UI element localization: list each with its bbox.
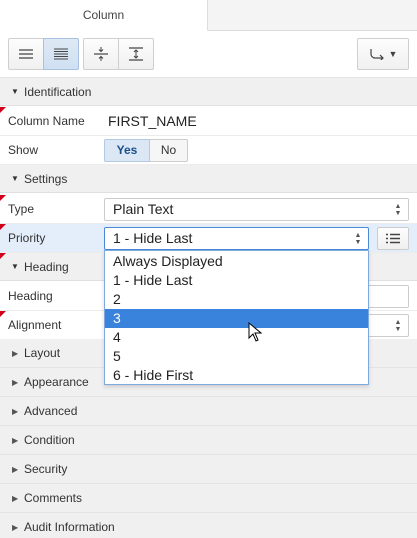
collapse-icon [94, 47, 108, 61]
collapsed-triangle-icon: ▶ [12, 523, 19, 532]
group-condition[interactable]: ▶ Condition [0, 426, 417, 455]
column-name-value: FIRST_NAME [108, 113, 197, 129]
type-select[interactable]: Plain Text ▲ ▼ [104, 198, 409, 221]
row-priority: Priority 1 - Hide Last ▲ ▼ [0, 224, 417, 253]
priority-select[interactable]: 1 - Hide Last ▲ ▼ [104, 227, 369, 250]
collapse-all-button[interactable] [83, 38, 119, 70]
collapsed-triangle-icon: ▶ [12, 465, 19, 474]
required-flag-icon [0, 311, 6, 317]
lines-dense-icon [54, 48, 68, 60]
row-type: Type Plain Text ▲ ▼ [0, 195, 417, 224]
arrow-hook-icon [369, 49, 384, 60]
select-arrows-icon: ▲ ▼ [394, 319, 402, 333]
lines-icon [19, 49, 33, 59]
collapsed-triangle-icon: ▶ [12, 378, 19, 387]
priority-option[interactable]: 4 [105, 328, 368, 347]
collapsed-triangle-icon: ▶ [12, 349, 19, 358]
priority-option[interactable]: 5 [105, 347, 368, 366]
priority-option-highlighted[interactable]: 3 [105, 309, 368, 328]
group-advanced[interactable]: ▶ Advanced [0, 397, 417, 426]
required-flag-icon [0, 253, 6, 259]
priority-option[interactable]: Always Displayed [105, 252, 368, 271]
chevron-down-icon: ▼ [388, 49, 398, 59]
show-all-button[interactable] [43, 38, 79, 70]
list-icon [386, 233, 400, 244]
collapsed-triangle-icon: ▶ [12, 436, 19, 445]
expand-icon [129, 47, 143, 61]
group-comments[interactable]: ▶ Comments [0, 484, 417, 513]
show-yes-button[interactable]: Yes [104, 139, 150, 162]
required-flag-icon [0, 224, 6, 230]
show-no-button[interactable]: No [150, 139, 188, 162]
required-flag-icon [0, 107, 6, 113]
go-to-group-button[interactable]: ▼ [357, 38, 409, 70]
tab-column[interactable]: Column [0, 0, 208, 31]
priority-option[interactable]: 2 [105, 290, 368, 309]
row-column-name: Column Name FIRST_NAME [0, 107, 417, 136]
expand-all-button[interactable] [118, 38, 154, 70]
expanded-triangle-icon: ▼ [11, 174, 19, 183]
group-settings[interactable]: ▼ Settings [0, 165, 417, 193]
list-of-values-button[interactable] [377, 227, 409, 250]
group-security[interactable]: ▶ Security [0, 455, 417, 484]
expanded-triangle-icon: ▼ [11, 262, 19, 271]
collapsed-triangle-icon: ▶ [12, 494, 19, 503]
priority-dropdown-list: Always Displayed 1 - Hide Last 2 3 4 5 6… [104, 250, 369, 385]
group-audit-information[interactable]: ▶ Audit Information [0, 513, 417, 538]
property-toolbar: ▼ [0, 31, 417, 78]
select-arrows-icon: ▲ ▼ [354, 232, 362, 246]
priority-option[interactable]: 6 - Hide First [105, 366, 368, 385]
show-common-button[interactable] [8, 38, 44, 70]
priority-option[interactable]: 1 - Hide Last [105, 271, 368, 290]
select-arrows-icon: ▲ ▼ [394, 203, 402, 217]
mouse-cursor-icon [248, 322, 262, 342]
collapsed-triangle-icon: ▶ [12, 407, 19, 416]
group-identification[interactable]: ▼ Identification [0, 78, 417, 106]
required-flag-icon [0, 195, 6, 201]
tab-bar: Column [0, 0, 417, 31]
expanded-triangle-icon: ▼ [11, 87, 19, 96]
row-show: Show Yes No [0, 136, 417, 165]
